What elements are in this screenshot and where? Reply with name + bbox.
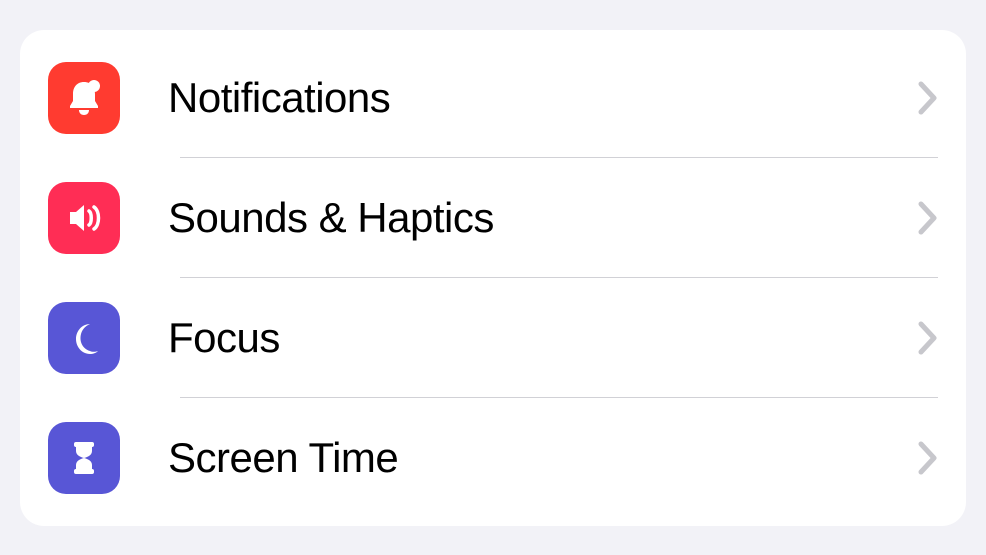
settings-row-notifications[interactable]: Notifications: [20, 38, 966, 158]
moon-icon: [48, 302, 120, 374]
bell-icon: [48, 62, 120, 134]
chevron-right-icon: [918, 201, 938, 235]
row-label: Notifications: [168, 74, 902, 122]
row-label: Sounds & Haptics: [168, 194, 902, 242]
row-label: Screen Time: [168, 434, 902, 482]
settings-row-sounds[interactable]: Sounds & Haptics: [20, 158, 966, 278]
hourglass-icon: [48, 422, 120, 494]
settings-row-focus[interactable]: Focus: [20, 278, 966, 398]
settings-group: Notifications Sounds & Haptics: [20, 30, 966, 526]
row-label: Focus: [168, 314, 902, 362]
settings-row-screentime[interactable]: Screen Time: [20, 398, 966, 518]
chevron-right-icon: [918, 441, 938, 475]
chevron-right-icon: [918, 321, 938, 355]
chevron-right-icon: [918, 81, 938, 115]
speaker-icon: [48, 182, 120, 254]
